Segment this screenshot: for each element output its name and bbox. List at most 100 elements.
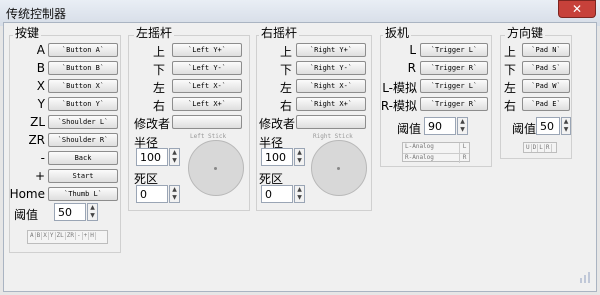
trigger-r-analog-mapping[interactable]: `Trigger R` bbox=[420, 97, 488, 111]
right-stick-left-mapping[interactable]: `Right X-` bbox=[296, 79, 366, 93]
button-a-mapping[interactable]: `Button A` bbox=[48, 43, 118, 57]
spin-down-icon[interactable]: ▼ bbox=[170, 194, 179, 202]
right-stick-left-label: 左 bbox=[279, 81, 292, 95]
dpad-title: 方向键 bbox=[505, 24, 546, 41]
spin-down-icon[interactable]: ▼ bbox=[458, 126, 467, 134]
spin-up-icon[interactable]: ▲ bbox=[295, 186, 304, 194]
dpad-down-label: 下 bbox=[503, 63, 516, 77]
spin-up-icon[interactable]: ▲ bbox=[295, 149, 304, 157]
right-stick-down-label: 下 bbox=[279, 63, 292, 77]
close-button[interactable]: ✕ bbox=[558, 0, 596, 18]
dpad-down-mapping[interactable]: `Pad S` bbox=[522, 61, 570, 75]
left-stick-down-mapping[interactable]: `Left Y-` bbox=[172, 61, 242, 75]
trigger-analog-indicator: L-Analog L R-Analog R bbox=[402, 142, 470, 163]
left-stick-deadzone-spinner[interactable]: ▲ ▼ bbox=[169, 185, 180, 203]
right-stick-down-mapping[interactable]: `Right Y-` bbox=[296, 61, 366, 75]
button-plus-mapping[interactable]: Start bbox=[48, 169, 118, 183]
left-stick-modifier-button[interactable] bbox=[172, 115, 242, 129]
dpad-state-indicator: UDLR bbox=[523, 142, 557, 153]
trigger-r-mapping[interactable]: `Trigger R` bbox=[420, 61, 488, 75]
triggers-threshold-label: 阈值 bbox=[397, 122, 422, 136]
right-stick-radius-spinner[interactable]: ▲ ▼ bbox=[294, 148, 305, 166]
buttons-threshold-spinner[interactable]: ▲ ▼ bbox=[87, 203, 98, 221]
spin-down-icon[interactable]: ▼ bbox=[295, 157, 304, 165]
button-a-label: A bbox=[36, 43, 45, 57]
right-stick-right-mapping[interactable]: `Right X+` bbox=[296, 97, 366, 111]
button-y-mapping[interactable]: `Button Y` bbox=[48, 97, 118, 111]
dpad-indicator-down: D bbox=[532, 144, 539, 152]
dpad-right-mapping[interactable]: `Pad E` bbox=[522, 97, 570, 111]
dpad-left-mapping[interactable]: `Pad W` bbox=[522, 79, 570, 93]
left-stick-left-label: 左 bbox=[152, 81, 165, 95]
window-title: 传统控制器 bbox=[6, 7, 67, 21]
spin-up-icon[interactable]: ▲ bbox=[88, 204, 97, 212]
button-zl-mapping[interactable]: `Shoulder L` bbox=[48, 115, 118, 129]
button-b-mapping[interactable]: `Button B` bbox=[48, 61, 118, 75]
button-zl-label: ZL bbox=[30, 115, 45, 129]
left-stick-right-mapping[interactable]: `Left X+` bbox=[172, 97, 242, 111]
resize-grip-icon[interactable] bbox=[578, 270, 592, 284]
button-home-label: Home bbox=[9, 187, 45, 201]
buttons-threshold-input[interactable]: 50 bbox=[54, 203, 86, 221]
left-stick-down-label: 下 bbox=[152, 63, 165, 77]
spin-down-icon[interactable]: ▼ bbox=[562, 126, 570, 134]
triggers-title: 扳机 bbox=[383, 24, 412, 41]
spin-up-icon[interactable]: ▲ bbox=[170, 149, 179, 157]
right-stick-up-mapping[interactable]: `Right Y+` bbox=[296, 43, 366, 57]
r-analog-bar: R-Analog bbox=[405, 154, 434, 161]
dpad-threshold-spinner[interactable]: ▲ ▼ bbox=[561, 117, 571, 135]
trigger-l-analog-mapping[interactable]: `Trigger L` bbox=[420, 79, 488, 93]
dpad-threshold-label: 阈值 bbox=[512, 122, 537, 136]
trigger-l-mapping[interactable]: `Trigger L` bbox=[420, 43, 488, 57]
state-indicator-minus: - bbox=[76, 232, 83, 240]
spin-down-icon[interactable]: ▼ bbox=[88, 212, 97, 220]
left-stick-modifier-label: 修改者 bbox=[134, 117, 171, 131]
left-stick-left-mapping[interactable]: `Left X-` bbox=[172, 79, 242, 93]
button-minus-label: - bbox=[40, 151, 45, 165]
buttons-threshold-label: 阈值 bbox=[14, 208, 39, 222]
right-stick-modifier-button[interactable] bbox=[296, 115, 366, 129]
button-plus-label: + bbox=[34, 169, 45, 183]
spin-up-icon[interactable]: ▲ bbox=[458, 118, 467, 126]
right-stick-radius-input[interactable]: 100 bbox=[261, 148, 293, 166]
right-stick-up-label: 上 bbox=[279, 45, 292, 59]
trigger-r-label: R bbox=[407, 61, 416, 75]
dpad-left-label: 左 bbox=[503, 81, 516, 95]
spin-down-icon[interactable]: ▼ bbox=[295, 194, 304, 202]
r-analog-key: R bbox=[459, 154, 469, 163]
state-indicator-zr: ZR bbox=[66, 232, 76, 240]
triggers-threshold-input[interactable]: 90 bbox=[424, 117, 456, 135]
right-stick-deadzone-spinner[interactable]: ▲ ▼ bbox=[294, 185, 305, 203]
button-minus-mapping[interactable]: Back bbox=[48, 151, 118, 165]
left-stick-title: 左摇杆 bbox=[134, 24, 175, 41]
left-stick-radius-input[interactable]: 100 bbox=[136, 148, 168, 166]
spin-up-icon[interactable]: ▲ bbox=[170, 186, 179, 194]
left-stick-deadzone-input[interactable]: 0 bbox=[136, 185, 168, 203]
left-stick-radius-spinner[interactable]: ▲ ▼ bbox=[169, 148, 180, 166]
state-indicator-a: A bbox=[30, 232, 36, 240]
right-stick-title: 右摇杆 bbox=[259, 24, 300, 41]
dpad-up-mapping[interactable]: `Pad N` bbox=[522, 43, 570, 57]
button-zr-mapping[interactable]: `Shoulder R` bbox=[48, 133, 118, 147]
right-stick-modifier-label: 修改者 bbox=[259, 117, 296, 131]
triggers-threshold-spinner[interactable]: ▲ ▼ bbox=[457, 117, 468, 135]
right-stick-deadzone-input[interactable]: 0 bbox=[261, 185, 293, 203]
buttons-group-title: 按键 bbox=[13, 24, 42, 41]
spin-down-icon[interactable]: ▼ bbox=[170, 157, 179, 165]
right-stick-position-dot bbox=[337, 167, 340, 170]
trigger-l-analog-label: L-模拟 bbox=[382, 81, 417, 95]
dpad-indicator-up: U bbox=[526, 144, 532, 152]
left-stick-up-mapping[interactable]: `Left Y+` bbox=[172, 43, 242, 57]
l-analog-bar: L-Analog bbox=[405, 143, 434, 150]
state-indicator-zl: ZL bbox=[56, 232, 66, 240]
button-y-label: Y bbox=[37, 97, 45, 111]
button-zr-label: ZR bbox=[28, 133, 45, 147]
spin-up-icon[interactable]: ▲ bbox=[562, 118, 570, 126]
trigger-r-analog-label: R-模拟 bbox=[380, 99, 417, 113]
left-stick-position-dot bbox=[214, 167, 217, 170]
dpad-threshold-input[interactable]: 50 bbox=[536, 117, 560, 135]
trigger-l-label: L bbox=[409, 43, 416, 57]
button-home-mapping[interactable]: `Thumb L` bbox=[48, 187, 118, 201]
button-x-mapping[interactable]: `Button X` bbox=[48, 79, 118, 93]
buttons-state-indicator: A B X Y ZL ZR - + H bbox=[27, 230, 108, 244]
